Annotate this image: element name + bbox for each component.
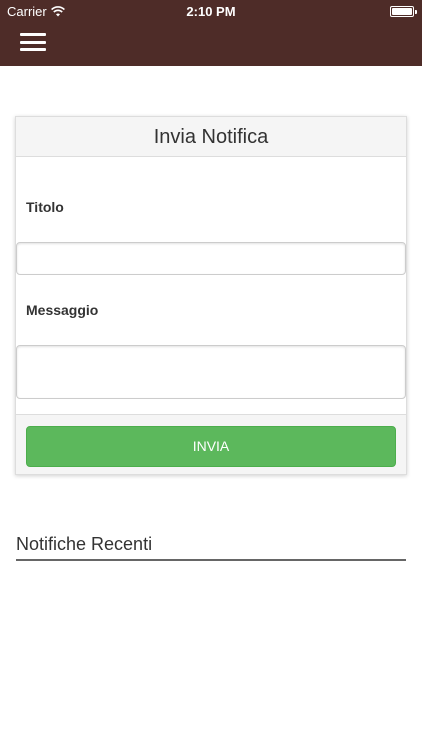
battery-icon	[390, 6, 417, 17]
menu-line	[20, 33, 46, 36]
message-input[interactable]	[16, 345, 406, 399]
hamburger-menu-icon[interactable]	[20, 33, 46, 51]
status-time: 2:10 PM	[186, 4, 236, 19]
menu-line	[20, 40, 46, 44]
title-input[interactable]	[16, 242, 406, 275]
send-button[interactable]: INVIA	[26, 426, 396, 467]
menu-line	[20, 48, 46, 51]
app-header: Carrier 2:10 PM	[0, 0, 422, 66]
panel-footer: INVIA	[16, 414, 406, 474]
status-bar: Carrier 2:10 PM	[0, 0, 422, 22]
recent-notifications-title: Notifiche Recenti	[16, 534, 406, 561]
title-label: Titolo	[26, 199, 64, 215]
panel-title: Invia Notifica	[153, 126, 269, 148]
message-label: Messaggio	[26, 302, 99, 318]
send-notification-panel: Invia Notifica Titolo Messaggio INVIA	[15, 116, 407, 475]
battery-fill	[392, 8, 412, 15]
panel-header: Invia Notifica	[16, 117, 406, 157]
